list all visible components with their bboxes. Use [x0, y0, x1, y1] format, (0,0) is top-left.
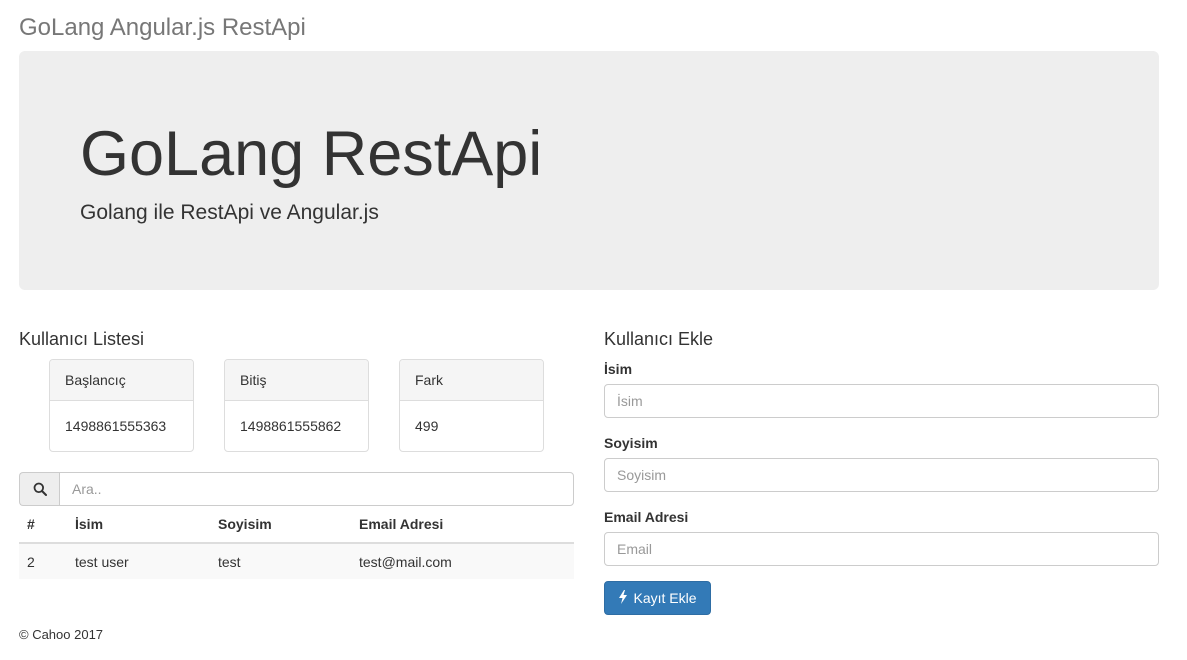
- stat-panel-heading: Başlancıç: [50, 360, 193, 401]
- add-user-title: Kullanıcı Ekle: [604, 329, 714, 349]
- footer-copyright: © Cahoo 2017: [19, 627, 104, 642]
- table-cell-name: test user: [67, 543, 210, 579]
- search-icon: [19, 472, 59, 506]
- table-header-name[interactable]: İsim: [67, 506, 210, 544]
- search-input[interactable]: [59, 472, 574, 506]
- table-header-email[interactable]: Email Adresi: [351, 506, 574, 544]
- stat-panel-value: 1498861555363: [65, 418, 167, 434]
- stat-panel-value: 1498861555862: [240, 418, 342, 434]
- stat-panel-start: Başlancıç 1498861555363: [49, 359, 194, 452]
- email-label: Email Adresi: [604, 509, 689, 525]
- email-field[interactable]: [604, 532, 1159, 566]
- table-cell-id: 2: [19, 543, 67, 579]
- table-header-id[interactable]: #: [19, 506, 67, 544]
- page: GoLang Angular.js RestApi GoLang RestApi…: [0, 0, 1187, 660]
- add-record-button-label: Kayıt Ekle: [633, 590, 697, 606]
- name-field[interactable]: [604, 384, 1159, 418]
- surname-label: Soyisim: [604, 435, 658, 451]
- jumbotron: GoLang RestApi Golang ile RestApi ve Ang…: [19, 51, 1159, 290]
- table-row[interactable]: 2 test user test test@mail.com: [19, 543, 574, 579]
- table-header-row: # İsim Soyisim Email Adresi: [19, 506, 574, 544]
- flash-icon: [618, 589, 628, 607]
- user-list-title: Kullanıcı Listesi: [19, 329, 145, 349]
- table-header-surname[interactable]: Soyisim: [210, 506, 351, 544]
- table-cell-email: test@mail.com: [351, 543, 574, 579]
- search-group: [19, 472, 574, 506]
- jumbotron-title: GoLang RestApi: [80, 119, 543, 189]
- stat-panel-value: 499: [415, 418, 439, 434]
- name-label: İsim: [604, 361, 633, 377]
- navbar-brand[interactable]: GoLang Angular.js RestApi: [19, 12, 306, 44]
- stat-panel-end: Bitiş 1498861555862: [224, 359, 369, 452]
- add-record-button[interactable]: Kayıt Ekle: [604, 581, 711, 615]
- stat-panel-heading: Fark: [400, 360, 543, 401]
- stat-panel-diff: Fark 499: [399, 359, 544, 452]
- user-table: # İsim Soyisim Email Adresi 2 test user …: [19, 506, 574, 579]
- stat-panel-heading: Bitiş: [225, 360, 368, 401]
- table-cell-surname: test: [210, 543, 351, 579]
- surname-field[interactable]: [604, 458, 1159, 492]
- jumbotron-subtitle: Golang ile RestApi ve Angular.js: [80, 201, 379, 224]
